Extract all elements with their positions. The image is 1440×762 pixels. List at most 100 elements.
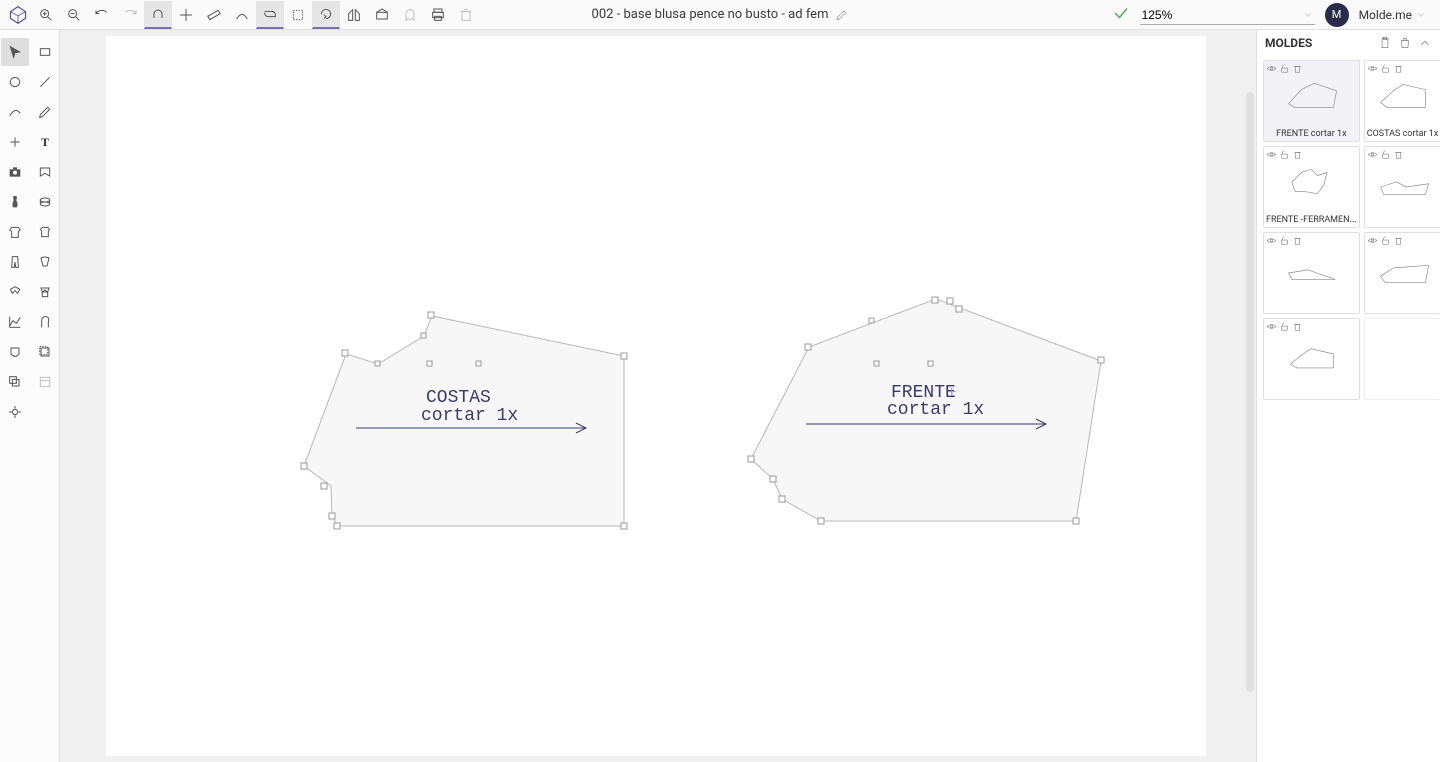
app-logo[interactable]: [4, 1, 32, 29]
user-menu[interactable]: Molde.me: [1359, 8, 1426, 22]
molde-thumb-0[interactable]: FRENTE cortar 1x: [1263, 60, 1360, 142]
moldes-panel-header: MOLDES: [1257, 30, 1440, 56]
trash-icon[interactable]: [1393, 63, 1404, 74]
hood-tool[interactable]: [31, 308, 59, 336]
edit-title-icon[interactable]: [834, 8, 848, 22]
user-avatar[interactable]: M: [1325, 3, 1349, 27]
collar1-tool[interactable]: [1, 278, 29, 306]
trash-icon[interactable]: [1393, 235, 1404, 246]
molde-thumb-2[interactable]: FRENTE -FERRAMEN...: [1263, 146, 1360, 228]
collar2-tool[interactable]: [31, 278, 59, 306]
graph-tool[interactable]: [1, 308, 29, 336]
molde-thumb-6[interactable]: [1263, 318, 1360, 400]
rectangle-tool[interactable]: [31, 38, 59, 66]
zoom-value[interactable]: [1140, 6, 1315, 25]
circle-tool[interactable]: [1, 68, 29, 96]
eye-icon[interactable]: [1266, 235, 1277, 246]
eye-icon[interactable]: [1367, 235, 1378, 246]
canvas-scrollbar[interactable]: [1246, 92, 1254, 692]
zoom-out-button[interactable]: [60, 1, 88, 29]
molde-thumb-3[interactable]: [1364, 146, 1440, 228]
unlock-icon[interactable]: [1279, 321, 1290, 332]
document-title: 002 - base blusa pence no busto - ad fem: [592, 7, 849, 22]
avatar-initial: M: [1332, 8, 1342, 21]
molde-label: COSTAS cortar 1x: [1367, 129, 1439, 139]
snap-button[interactable]: [144, 1, 172, 29]
pencil-tool[interactable]: [31, 98, 59, 126]
eye-icon[interactable]: [1266, 149, 1277, 160]
canvas-area[interactable]: COSTAS cortar 1x FRENTE + cortar 1: [60, 30, 1256, 762]
eye-icon[interactable]: [1367, 149, 1378, 160]
line-tool[interactable]: [31, 68, 59, 96]
moldes-list: FRENTE cortar 1x COSTAS cortar 1x FRENTE…: [1257, 56, 1440, 404]
molde-thumb-empty[interactable]: [1364, 318, 1440, 400]
canvas-page[interactable]: COSTAS cortar 1x FRENTE + cortar 1: [106, 36, 1206, 756]
saved-check-icon: [1112, 4, 1130, 26]
unlock-icon[interactable]: [1279, 235, 1290, 246]
selection-tool[interactable]: [1, 38, 29, 66]
unlock-icon[interactable]: [1279, 149, 1290, 160]
shape-tool[interactable]: [31, 158, 59, 186]
path-button[interactable]: [256, 1, 284, 29]
refresh-button[interactable]: [312, 1, 340, 29]
redo-button[interactable]: [116, 1, 144, 29]
moldes-panel-title: MOLDES: [1265, 36, 1312, 50]
camera-tool[interactable]: [1, 158, 29, 186]
document-title-text: 002 - base blusa pence no busto - ad fem: [592, 7, 829, 22]
seam-tool[interactable]: [31, 338, 59, 366]
trash-icon[interactable]: [1292, 63, 1303, 74]
pocket-tool[interactable]: [1, 338, 29, 366]
center-tool[interactable]: [1, 398, 29, 426]
clipboard-icon[interactable]: [1378, 36, 1392, 50]
bag-icon[interactable]: [1398, 36, 1412, 50]
user-name-text: Molde.me: [1359, 8, 1412, 22]
unlock-icon[interactable]: [1279, 63, 1290, 74]
garment-tool[interactable]: [31, 218, 59, 246]
fill-button[interactable]: [368, 1, 396, 29]
zoom-in-button[interactable]: [32, 1, 60, 29]
pants-tool[interactable]: [1, 248, 29, 276]
sleeve-tool[interactable]: [31, 248, 59, 276]
ruler-button[interactable]: [200, 1, 228, 29]
pattern-frente[interactable]: FRENTE + cortar 1x: [646, 276, 1126, 546]
grade-tool[interactable]: [1, 368, 29, 396]
svg-text:T: T: [41, 135, 49, 149]
trash-icon[interactable]: [1393, 149, 1404, 160]
trash-icon[interactable]: [1292, 321, 1303, 332]
body-tool[interactable]: [1, 188, 29, 216]
trash-button[interactable]: [452, 1, 480, 29]
add-tool[interactable]: [1, 128, 29, 156]
undo-button[interactable]: [88, 1, 116, 29]
gear-tool[interactable]: [31, 188, 59, 216]
molde-label: FRENTE cortar 1x: [1276, 129, 1346, 139]
top-toolbar: 002 - base blusa pence no busto - ad fem…: [0, 0, 1440, 30]
curve-tool[interactable]: [1, 98, 29, 126]
ghost-button[interactable]: [396, 1, 424, 29]
marker-tool[interactable]: [31, 368, 59, 396]
crosshair-button[interactable]: [172, 1, 200, 29]
curve-button[interactable]: [228, 1, 256, 29]
print-button[interactable]: [424, 1, 452, 29]
molde-thumb-4[interactable]: [1263, 232, 1360, 314]
chevron-up-icon[interactable]: [1418, 36, 1432, 50]
trash-icon[interactable]: [1292, 149, 1303, 160]
mirror-button[interactable]: [340, 1, 368, 29]
pattern-costas-title: COSTAS: [426, 388, 491, 408]
unlock-icon[interactable]: [1380, 235, 1391, 246]
zoom-select[interactable]: [1140, 4, 1315, 25]
pattern-costas[interactable]: COSTAS cortar 1x: [196, 276, 646, 546]
eye-icon[interactable]: [1266, 63, 1277, 74]
toolbar-left-group: [4, 1, 480, 29]
pattern-frente-sub: cortar 1x: [887, 400, 984, 420]
trash-icon[interactable]: [1292, 235, 1303, 246]
molde-thumb-5[interactable]: [1364, 232, 1440, 314]
shirt-tool[interactable]: [1, 218, 29, 246]
eye-icon[interactable]: [1266, 321, 1277, 332]
molde-thumb-1[interactable]: COSTAS cortar 1x: [1364, 60, 1440, 142]
molde-label: FRENTE -FERRAMEN...: [1266, 215, 1357, 225]
text-tool[interactable]: T: [31, 128, 59, 156]
select-area-button[interactable]: [284, 1, 312, 29]
unlock-icon[interactable]: [1380, 63, 1391, 74]
unlock-icon[interactable]: [1380, 149, 1391, 160]
eye-icon[interactable]: [1367, 63, 1378, 74]
